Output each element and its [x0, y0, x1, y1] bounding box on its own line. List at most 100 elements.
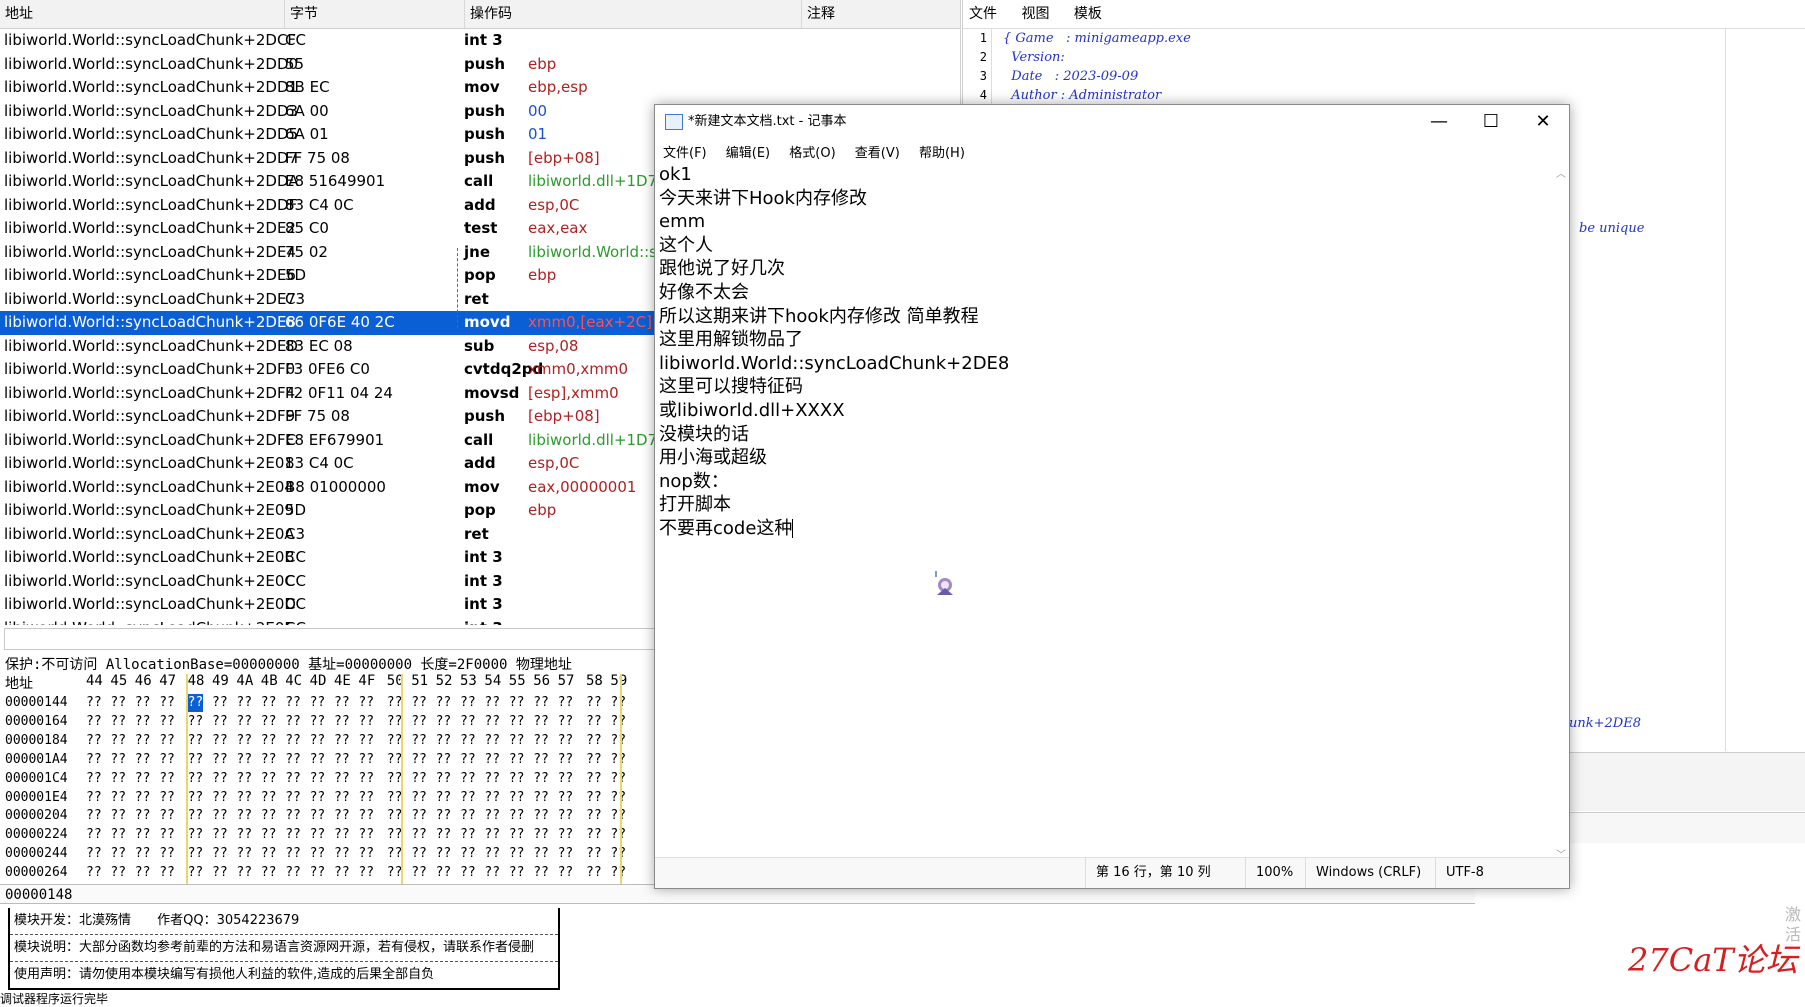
hex-cell[interactable]: ?? — [586, 770, 602, 788]
hex-cell[interactable]: ?? — [484, 789, 500, 807]
col-header-bytes[interactable]: 字节 — [285, 0, 465, 28]
hex-cell[interactable]: ?? — [310, 845, 326, 863]
hex-cell[interactable]: ?? — [509, 789, 525, 807]
hex-cell[interactable]: ?? — [86, 789, 102, 807]
hex-cell[interactable]: ?? — [212, 789, 228, 807]
hex-cell[interactable]: ?? — [86, 732, 102, 750]
hex-row[interactable]: 00000184????????????????????????????????… — [0, 732, 660, 750]
hex-cell[interactable]: ?? — [212, 826, 228, 844]
col-header-comment[interactable]: 注释 — [802, 0, 960, 28]
hex-row[interactable]: 00000164????????????????????????????????… — [0, 713, 660, 731]
hex-cell[interactable]: ?? — [610, 864, 626, 882]
hex-cell[interactable]: ?? — [188, 751, 204, 769]
hex-cell[interactable]: ?? — [460, 732, 476, 750]
hex-cell[interactable]: ?? — [586, 732, 602, 750]
menu-help[interactable]: 帮助(H) — [919, 146, 965, 161]
hex-cell[interactable]: ?? — [358, 751, 374, 769]
hex-cell[interactable]: ?? — [610, 789, 626, 807]
hex-cell[interactable]: ?? — [358, 845, 374, 863]
hex-cell[interactable]: ?? — [212, 770, 228, 788]
disasm-row[interactable]: libiworld.World::syncLoadChunk+2DD0 55 pus… — [0, 53, 960, 77]
notepad-title-bar[interactable]: *新建文本文档.txt - 记事本 — ☐ ✕ — [655, 105, 1569, 139]
hex-cell[interactable]: ?? — [261, 713, 277, 731]
hex-cell[interactable]: ?? — [334, 845, 350, 863]
close-button[interactable]: ✕ — [1517, 105, 1569, 139]
hex-cell[interactable]: ?? — [334, 713, 350, 731]
disasm-row[interactable]: libiworld.World::syncLoadChunk+2DD1 8B EC… — [0, 76, 960, 100]
hex-cell[interactable]: ?? — [188, 864, 204, 882]
hex-cell[interactable]: ?? — [533, 694, 549, 712]
hex-row[interactable]: 00000244????????????????????????????????… — [0, 845, 660, 863]
hex-cell[interactable]: ?? — [334, 770, 350, 788]
hex-cell[interactable]: ?? — [285, 864, 301, 882]
hex-cell[interactable]: ?? — [533, 826, 549, 844]
hex-cell[interactable]: ?? — [310, 789, 326, 807]
hex-cell[interactable]: ?? — [411, 713, 427, 731]
hex-cell[interactable]: ?? — [358, 713, 374, 731]
menu-format[interactable]: 格式(O) — [789, 146, 835, 161]
hex-cell[interactable]: ?? — [509, 694, 525, 712]
hex-cell[interactable]: ?? — [558, 807, 574, 825]
hex-cell[interactable]: ?? — [188, 770, 204, 788]
hex-row[interactable]: 00000224????????????????????????????????… — [0, 826, 660, 844]
hex-cell[interactable]: ?? — [261, 694, 277, 712]
hex-row[interactable]: 00000264????????????????????????????????… — [0, 864, 660, 882]
hex-cell[interactable]: ?? — [285, 713, 301, 731]
hex-cell[interactable]: ?? — [460, 789, 476, 807]
hex-cell[interactable]: ?? — [110, 770, 126, 788]
hex-cell[interactable]: ?? — [509, 826, 525, 844]
disasm-scrollbar[interactable] — [4, 628, 658, 650]
menu-view[interactable]: 查看(V) — [855, 146, 900, 161]
hex-cell[interactable]: ?? — [135, 864, 151, 882]
hex-cell[interactable]: ?? — [188, 789, 204, 807]
hex-cell[interactable]: ?? — [533, 732, 549, 750]
hex-cell[interactable]: ?? — [310, 770, 326, 788]
hex-cell[interactable]: ?? — [159, 826, 175, 844]
hex-cell[interactable]: ?? — [484, 807, 500, 825]
hex-cell[interactable]: ?? — [334, 807, 350, 825]
hex-cell[interactable]: ?? — [110, 789, 126, 807]
hex-cell[interactable]: ?? — [334, 732, 350, 750]
maximize-button[interactable]: ☐ — [1465, 105, 1517, 139]
hex-cell[interactable]: ?? — [159, 807, 175, 825]
hex-row[interactable]: 00000204????????????????????????????????… — [0, 807, 660, 825]
hex-cell[interactable]: ?? — [86, 845, 102, 863]
hex-cell[interactable]: ?? — [460, 826, 476, 844]
hex-cell[interactable]: ?? — [436, 789, 452, 807]
hex-cell[interactable]: ?? — [236, 845, 252, 863]
hex-cell[interactable]: ?? — [86, 713, 102, 731]
hex-cell[interactable]: ?? — [188, 826, 204, 844]
hex-cell[interactable]: ?? — [358, 732, 374, 750]
hex-cell[interactable]: ?? — [533, 789, 549, 807]
hex-cell[interactable]: ?? — [610, 713, 626, 731]
hex-cell[interactable]: ?? — [533, 713, 549, 731]
hex-cell[interactable]: ?? — [411, 845, 427, 863]
hex-cell[interactable]: ?? — [212, 845, 228, 863]
hex-cell[interactable]: ?? — [236, 770, 252, 788]
hex-cell[interactable]: ?? — [212, 864, 228, 882]
hex-cell[interactable]: ?? — [135, 807, 151, 825]
col-header-address[interactable]: 地址 — [0, 0, 285, 28]
editor-menu-view[interactable]: 视图 — [1021, 6, 1049, 22]
hex-cell[interactable]: ?? — [460, 864, 476, 882]
hex-cell[interactable]: ?? — [86, 826, 102, 844]
hex-cell[interactable]: ?? — [86, 770, 102, 788]
hex-cell[interactable]: ?? — [159, 789, 175, 807]
hex-row[interactable]: 000001A4????????????????????????????????… — [0, 751, 660, 769]
hex-cell[interactable]: ?? — [484, 770, 500, 788]
hex-cell[interactable]: ?? — [261, 751, 277, 769]
hex-cell[interactable]: ?? — [509, 713, 525, 731]
hex-cell[interactable]: ?? — [411, 770, 427, 788]
hex-rows[interactable]: 00000144????????????????????????????????… — [0, 694, 660, 882]
hex-cell[interactable]: ?? — [310, 713, 326, 731]
hex-cell[interactable]: ?? — [436, 845, 452, 863]
hex-cell[interactable]: ?? — [509, 751, 525, 769]
hex-cell[interactable]: ?? — [436, 807, 452, 825]
hex-cell[interactable]: ?? — [558, 864, 574, 882]
hex-cell[interactable]: ?? — [159, 694, 175, 712]
hex-cell[interactable]: ?? — [484, 845, 500, 863]
hex-cell[interactable]: ?? — [110, 845, 126, 863]
hex-cell[interactable]: ?? — [586, 845, 602, 863]
hex-cell[interactable]: ?? — [411, 732, 427, 750]
hex-cell[interactable]: ?? — [86, 751, 102, 769]
